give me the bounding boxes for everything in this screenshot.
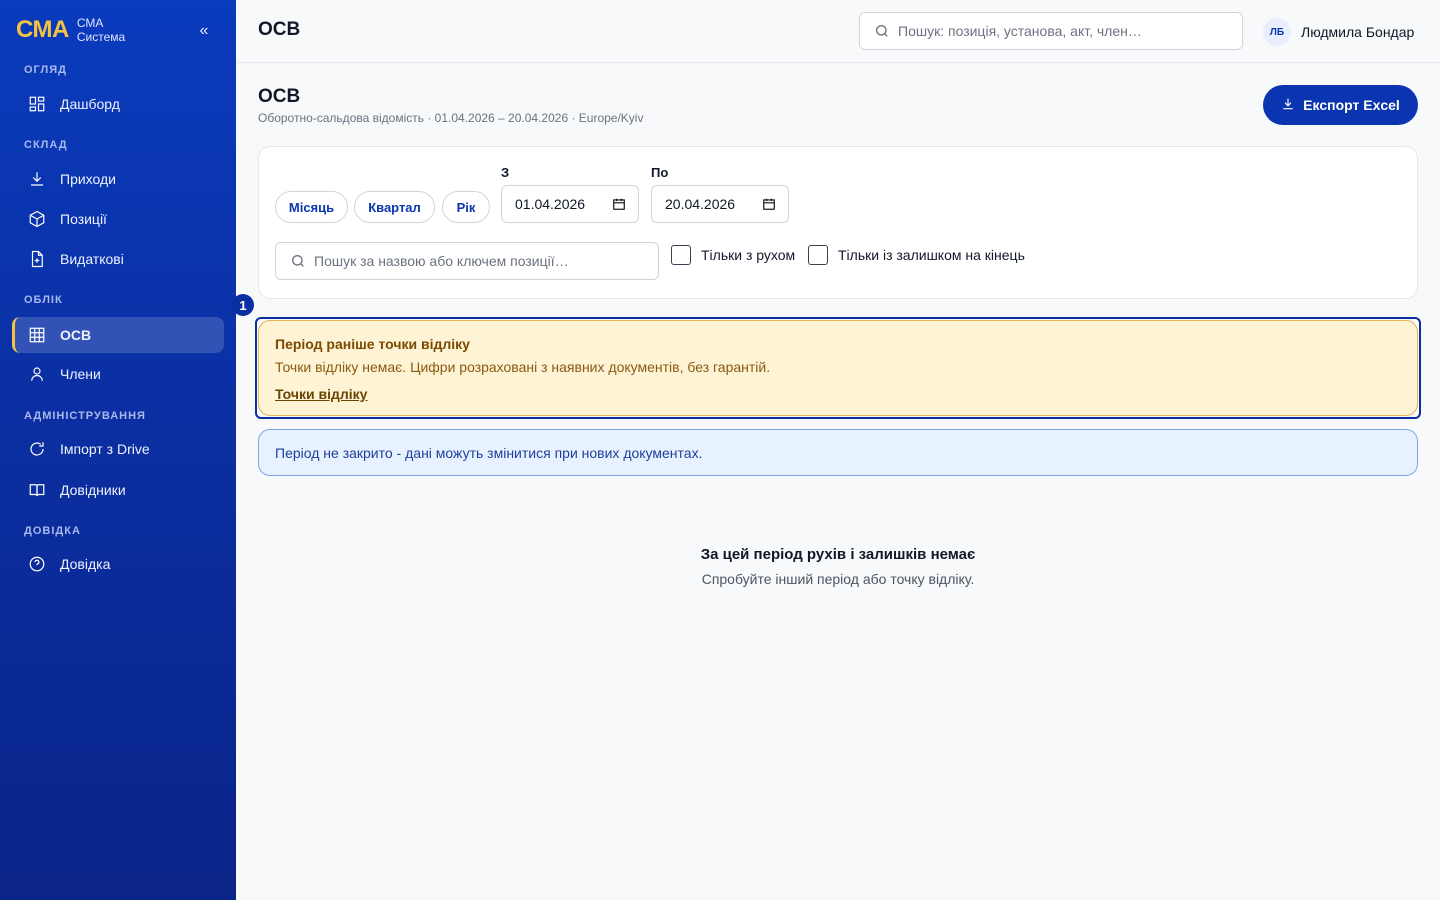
date-to-label: По [651, 165, 669, 180]
sidebar-item-label: Члени [60, 366, 101, 382]
position-search[interactable] [275, 242, 659, 280]
download-icon [28, 170, 46, 188]
warning-alert: Період раніше точки відліку Точки відлік… [258, 320, 1418, 416]
dashboard-icon [28, 95, 46, 113]
preset-quarter-button[interactable]: Квартал [354, 191, 435, 223]
topbar: ОСВ ЛБ Людмила Бондар [236, 0, 1440, 63]
preset-month-button[interactable]: Місяць [275, 191, 348, 223]
search-icon [290, 253, 306, 269]
sidebar-item-import-drive[interactable]: Імпорт з Drive [12, 431, 224, 467]
only-movement-checkbox[interactable]: Тільки з рухом [671, 245, 795, 265]
date-to-value: 20.04.2026 [665, 196, 736, 212]
checkbox[interactable] [808, 245, 828, 265]
collapse-sidebar-button[interactable]: « [196, 22, 212, 40]
sidebar-item-label: Дашборд [60, 96, 120, 112]
header-title: ОСВ [258, 19, 301, 40]
sidebar-item-members[interactable]: Члени [12, 356, 224, 392]
table-icon [28, 326, 46, 344]
search-icon [874, 23, 890, 39]
info-alert: Період не закрито - дані можуть змінитис… [258, 429, 1418, 476]
sidebar-item-osv[interactable]: ОСВ [12, 317, 224, 353]
date-to-input[interactable]: 20.04.2026 [651, 185, 789, 223]
date-from-value: 01.04.2026 [515, 196, 586, 212]
sidebar-item-label: Приходи [60, 171, 116, 187]
only-balance-label: Тільки із залишком на кінець [838, 247, 1025, 263]
sidebar-item-label: Позиції [60, 211, 107, 227]
filters-card: Місяць Квартал Рік З 01.04.2026 По 20.04… [258, 146, 1418, 299]
brand-line1: СМА [76, 16, 104, 30]
sidebar-item-label: Імпорт з Drive [60, 441, 150, 457]
user-name: Людмила Бондар [1301, 24, 1415, 40]
calendar-icon[interactable] [612, 197, 626, 211]
sidebar-item-dashboard[interactable]: Дашборд [12, 86, 224, 122]
page-subtitle: Оборотно-сальдова відомість · 01.04.2026… [258, 111, 644, 125]
warning-title: Період раніше точки відліку [275, 336, 470, 352]
only-movement-label: Тільки з рухом [701, 247, 796, 263]
user-menu[interactable]: ЛБ Людмила Бондар [1263, 18, 1414, 46]
step-badge: 1 [232, 294, 254, 316]
preset-year-button[interactable]: Рік [442, 191, 490, 223]
avatar: ЛБ [1263, 18, 1291, 46]
sidebar-item-positions[interactable]: Позиції [12, 201, 224, 237]
global-search[interactable] [859, 12, 1243, 50]
export-label: Експорт Excel [1303, 97, 1400, 113]
reference-points-link[interactable]: Точки відліку [275, 385, 367, 403]
empty-state-title: За цей період рухів і залишків немає [700, 546, 976, 563]
checkbox[interactable] [671, 245, 691, 265]
sidebar-item-label: Довідники [60, 482, 126, 498]
brand-line2: Система [76, 30, 126, 44]
info-text: Період не закрито - дані можуть змінитис… [275, 444, 703, 461]
sidebar-item-label: ОСВ [60, 327, 92, 343]
document-icon [28, 250, 46, 268]
date-from-input[interactable]: 01.04.2026 [501, 185, 639, 223]
brand-text: СМА Система [77, 16, 125, 44]
empty-state-text: Спробуйте інший період або точку відліку… [701, 571, 975, 587]
book-icon [28, 481, 46, 499]
refresh-icon [28, 440, 46, 458]
warning-text: Точки відліку немає. Цифри розраховані з… [275, 359, 771, 375]
sidebar: СМА СМА Система « ОГЛЯД Дашборд СКЛАД Пр… [0, 0, 236, 900]
user-icon [28, 365, 46, 383]
sidebar-item-label: Видаткові [60, 251, 124, 267]
section-title-admin: АДМІНІСТРУВАННЯ [24, 410, 146, 422]
sidebar-item-help[interactable]: Довідка [12, 546, 224, 582]
calendar-icon[interactable] [762, 197, 776, 211]
page-title: ОСВ [258, 86, 301, 107]
position-search-input[interactable] [314, 253, 658, 269]
sidebar-item-receipts[interactable]: Приходи [12, 161, 224, 197]
sidebar-item-label: Довідка [60, 556, 111, 572]
global-search-input[interactable] [898, 23, 1242, 39]
box-icon [28, 210, 46, 228]
export-excel-button[interactable]: Експорт Excel [1263, 85, 1418, 125]
help-icon [28, 555, 46, 573]
section-title-accounting: ОБЛІК [24, 294, 63, 306]
section-title-warehouse: СКЛАД [24, 139, 68, 151]
section-title-help: ДОВІДКА [24, 525, 81, 537]
download-icon [1281, 97, 1295, 114]
brand[interactable]: СМА СМА Система [16, 16, 125, 44]
only-balance-checkbox[interactable]: Тільки із залишком на кінець [808, 245, 1025, 265]
brand-logo: СМА [16, 16, 69, 43]
sidebar-item-expenses[interactable]: Видаткові [12, 241, 224, 277]
date-from-label: З [501, 165, 510, 180]
sidebar-item-directories[interactable]: Довідники [12, 472, 224, 508]
section-title-overview: ОГЛЯД [24, 64, 67, 76]
